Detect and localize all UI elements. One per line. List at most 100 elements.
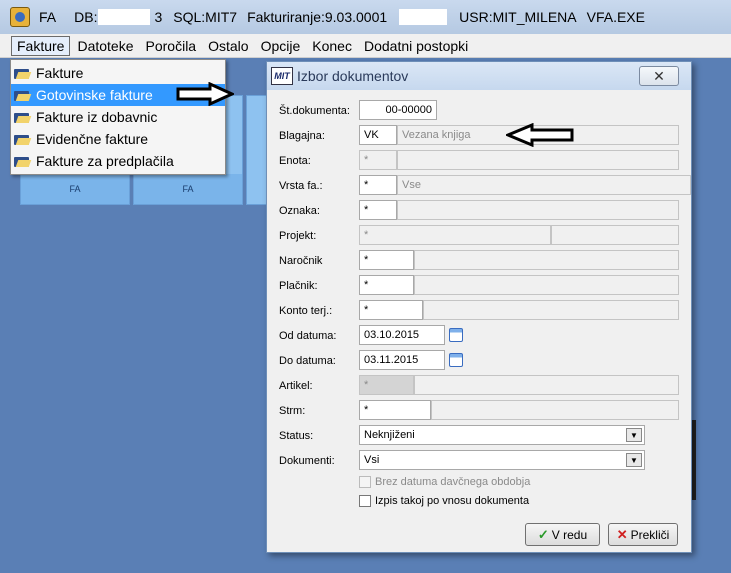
menu-dodatni-postopki[interactable]: Dodatni postopki xyxy=(359,37,473,55)
menu-porocila[interactable]: Poročila xyxy=(141,37,202,55)
folder-icon xyxy=(14,111,31,124)
vrsta-desc-field: Vse xyxy=(397,175,691,195)
dropdown-item-label: Fakture za predplačila xyxy=(36,153,174,169)
blagajna-code-input[interactable]: VK xyxy=(359,125,397,145)
artikel-desc-field xyxy=(414,375,679,395)
label-vrsta: Vrsta fa.: xyxy=(279,180,323,192)
oznaka-desc-field xyxy=(397,200,679,220)
vrsta-code-input[interactable]: * xyxy=(359,175,397,195)
row-vrsta: Vrsta fa.: xyxy=(279,176,359,196)
izpis-takoj-checkbox-row: Izpis takoj po vnosu dokumenta xyxy=(359,495,529,507)
tile-label: FA xyxy=(69,184,81,194)
enota-code-input[interactable]: * xyxy=(359,150,397,170)
cancel-button-label: Prekliči xyxy=(630,527,670,542)
narocnik-code-input[interactable]: * xyxy=(359,250,414,270)
dokumenti-select[interactable]: Vsi ▼ xyxy=(359,450,645,470)
brez-datuma-checkbox[interactable] xyxy=(359,476,371,488)
row-placnik: Plačnik: xyxy=(279,276,359,296)
dialog-title: Izbor dokumentov xyxy=(297,68,409,84)
oznaka-code-input[interactable]: * xyxy=(359,200,397,220)
tile-label: FA xyxy=(182,184,194,194)
sql-label: SQL:MIT7 xyxy=(173,9,238,25)
dropdown-item-fakture[interactable]: Fakture xyxy=(11,62,225,84)
window-edge xyxy=(692,420,696,500)
dropdown-item-label: Gotovinske fakture xyxy=(36,87,153,103)
menu-fakture[interactable]: Fakture xyxy=(11,35,71,56)
label-st-dokumenta: Št.dokumenta: xyxy=(279,105,350,117)
calendar-icon[interactable] xyxy=(449,328,463,342)
placnik-desc-field xyxy=(414,275,679,295)
strm-desc-field xyxy=(431,400,679,420)
row-status: Status: xyxy=(279,426,359,446)
row-konto: Konto terj.: xyxy=(279,301,359,321)
izpis-takoj-label: Izpis takoj po vnosu dokumenta xyxy=(375,495,530,507)
narocnik-desc-field xyxy=(414,250,679,270)
menu-konec[interactable]: Konec xyxy=(307,37,357,55)
label-placnik: Plačnik: xyxy=(279,280,318,292)
artikel-code-input[interactable]: * xyxy=(359,375,414,395)
label-oznaka: Oznaka: xyxy=(279,205,320,217)
dropdown-item-fakture-za-predplacila[interactable]: Fakture za predplačila xyxy=(11,150,225,172)
konto-desc-field xyxy=(423,300,679,320)
row-projekt: Projekt: xyxy=(279,226,359,246)
placnik-code-input[interactable]: * xyxy=(359,275,414,295)
redacted-block xyxy=(98,9,151,25)
chevron-down-icon[interactable]: ▼ xyxy=(626,453,642,467)
row-strm: Strm: xyxy=(279,401,359,421)
od-datuma-input[interactable]: 03.10.2015 xyxy=(359,325,445,345)
label-strm: Strm: xyxy=(279,405,306,417)
arrow-right-icon xyxy=(176,82,234,106)
folder-icon xyxy=(14,67,31,80)
fakture-dropdown-menu: Fakture Gotovinske fakture Fakture iz do… xyxy=(10,59,226,175)
menu-opcije[interactable]: Opcije xyxy=(256,37,306,55)
db-suffix: 3 xyxy=(154,9,163,25)
app-icon xyxy=(10,7,30,27)
cancel-button[interactable]: ✕ Prekliči xyxy=(608,523,678,546)
label-narocnik: Naročnik xyxy=(279,255,323,267)
label-projekt: Projekt: xyxy=(279,230,317,242)
dropdown-item-label: Fakture xyxy=(36,65,84,81)
db-label: DB: xyxy=(74,9,98,25)
arrow-left-icon xyxy=(506,123,574,147)
mit-logo-icon: MIT xyxy=(271,67,293,85)
user-label: USR:MIT_MILENA xyxy=(459,9,577,25)
folder-icon xyxy=(14,133,31,146)
izpis-takoj-checkbox[interactable] xyxy=(359,495,371,507)
calendar-icon[interactable] xyxy=(449,353,463,367)
label-od-datuma: Od datuma: xyxy=(279,330,337,342)
dropdown-item-evidencne-fakture[interactable]: Evidenčne fakture xyxy=(11,128,225,150)
enota-desc-field xyxy=(397,150,679,170)
row-enota: Enota: xyxy=(279,151,359,171)
row-oznaka: Oznaka: xyxy=(279,201,359,221)
dialog-titlebar: MIT Izbor dokumentov ✕ xyxy=(267,62,691,90)
konto-code-input[interactable]: * xyxy=(359,300,423,320)
strm-code-input[interactable]: * xyxy=(359,400,431,420)
row-st-dokumenta: Št.dokumenta: xyxy=(279,101,359,121)
module-tile[interactable] xyxy=(246,95,268,205)
close-icon: ✕ xyxy=(653,67,665,84)
st-dokumenta-input[interactable]: 00-00000 xyxy=(359,100,437,120)
folder-icon xyxy=(14,155,31,168)
ok-button[interactable]: ✓ V redu xyxy=(525,523,600,546)
brez-datuma-label: Brez datuma davčnega obdobja xyxy=(375,476,531,488)
close-button[interactable]: ✕ xyxy=(639,66,679,86)
exe-label: VFA.EXE xyxy=(586,9,645,25)
dropdown-item-label: Evidenčne fakture xyxy=(36,131,149,147)
menu-datoteke[interactable]: Datoteke xyxy=(72,37,138,55)
row-blagajna: Blagajna: xyxy=(279,126,359,146)
projekt-desc-field xyxy=(551,225,679,245)
dropdown-item-fakture-iz-dobavnic[interactable]: Fakture iz dobavnic xyxy=(11,106,225,128)
label-blagajna: Blagajna: xyxy=(279,130,325,142)
status-select[interactable]: Neknjiženi ▼ xyxy=(359,425,645,445)
row-od-datuma: Od datuma: xyxy=(279,326,359,346)
label-artikel: Artikel: xyxy=(279,380,313,392)
projekt-code-input[interactable]: * xyxy=(359,225,551,245)
row-dokumenti: Dokumenti: xyxy=(279,451,359,471)
menu-ostalo[interactable]: Ostalo xyxy=(203,37,253,55)
chevron-down-icon[interactable]: ▼ xyxy=(626,428,642,442)
label-dokumenti: Dokumenti: xyxy=(279,455,335,467)
do-datuma-input[interactable]: 03.11.2015 xyxy=(359,350,445,370)
label-konto: Konto terj.: xyxy=(279,305,333,317)
brez-datuma-checkbox-row: Brez datuma davčnega obdobja xyxy=(359,476,530,488)
izbor-dokumentov-dialog: MIT Izbor dokumentov ✕ Št.dokumenta: 00-… xyxy=(266,61,692,553)
